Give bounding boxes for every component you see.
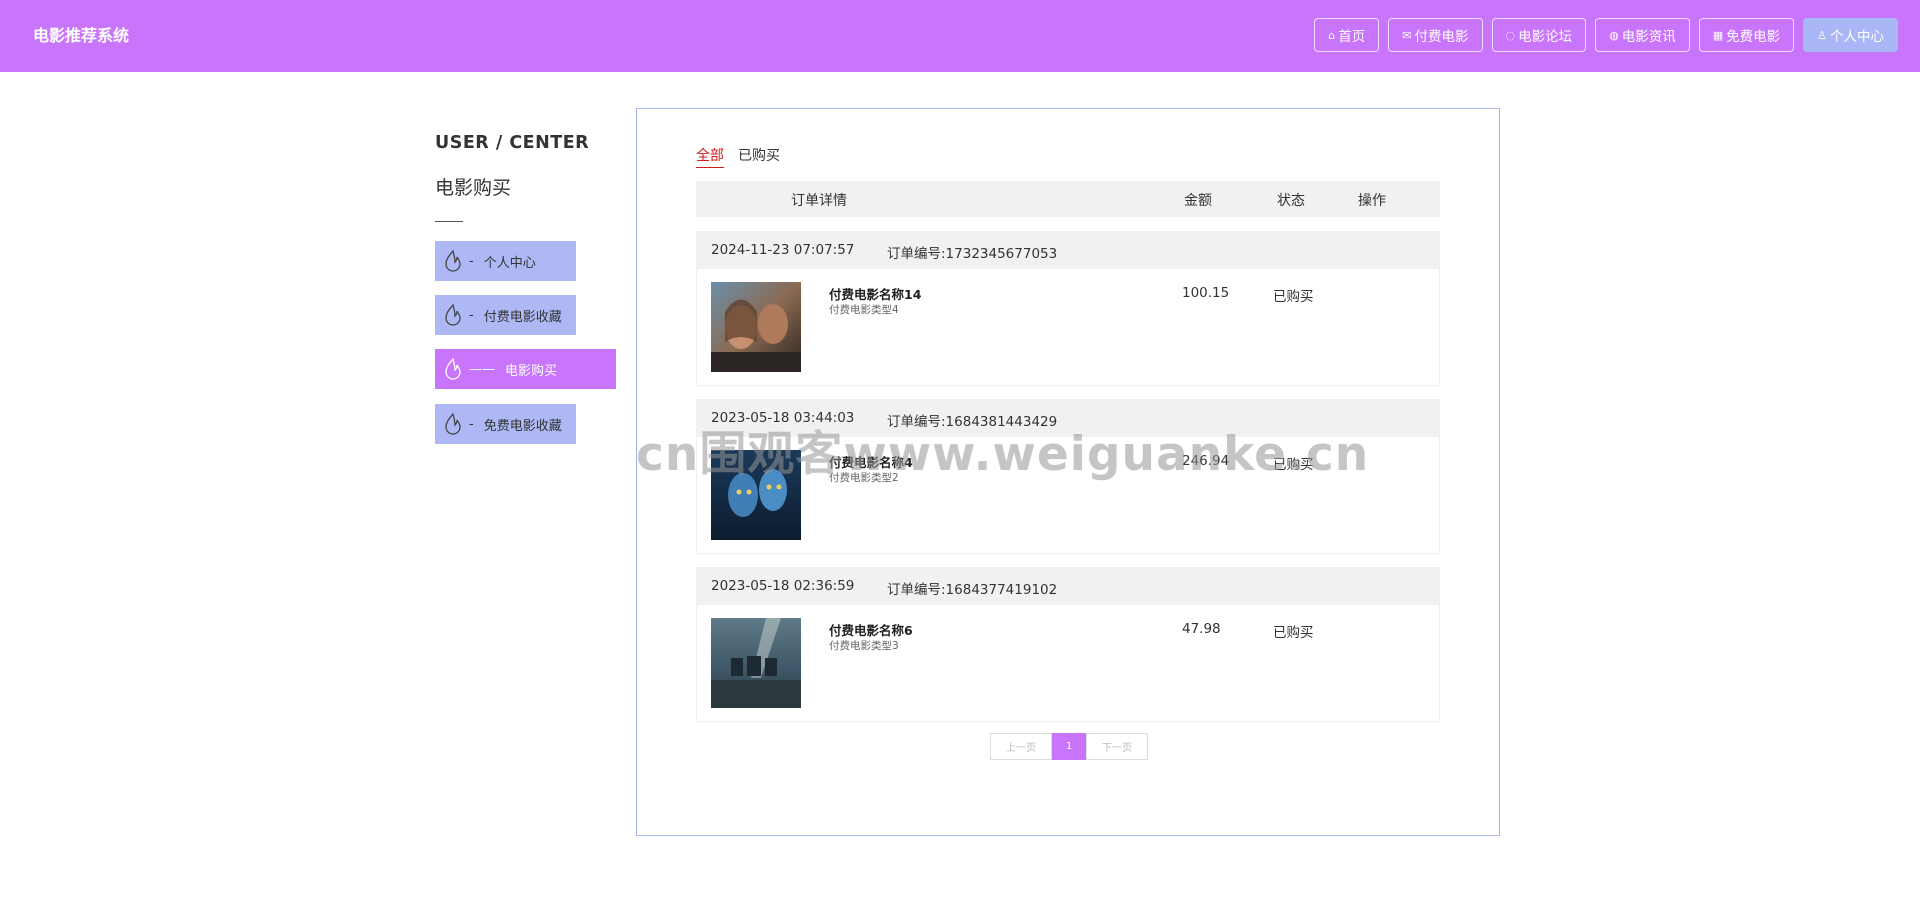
movie-type: 付费电影类型2 [829,472,899,484]
flame-icon [445,303,461,326]
sidebar-item-label: 免费电影收藏 [483,418,562,434]
order-amount: 246.94 [1182,453,1230,469]
movie-poster-image[interactable] [711,618,801,708]
order-time: 2023-05-18 03:44:03 [711,410,855,426]
order-amount: 47.98 [1182,621,1221,637]
order-tabs: 全部 已购买 [696,145,780,168]
sidebar-dash: - [469,416,474,432]
sidebar-item-free-favorites[interactable]: - 免费电影收藏 [435,404,576,444]
order-amount: 100.15 [1182,285,1230,301]
movie-name[interactable]: 付费电影名称6 [829,620,913,639]
order-status: 已购买 [1273,625,1314,641]
nav-free-movies-button[interactable]: ▦ 免费电影 [1698,18,1795,52]
nav-label: 首页 [1338,29,1366,45]
order-card: 2023-05-18 03:44:03 订单编号:1684381443429 付… [696,399,1440,554]
movie-name[interactable]: 付费电影名称4 [829,452,913,471]
flame-icon [445,357,461,380]
col-order-detail: 订单详情 [791,193,847,209]
order-header: 2023-05-18 02:36:59 订单编号:1684377419102 [697,568,1439,605]
home-icon: ⌂ [1328,28,1336,42]
sidebar-item-paid-favorites[interactable]: - 付费电影收藏 [435,295,576,335]
title-divider [435,221,463,222]
order-time: 2024-11-23 07:07:57 [711,242,855,258]
main-nav: ⌂ 首页 ✉ 付费电影 ◌ 电影论坛 ◍ 电影资讯 ▦ 免费电影 ♙ 个人中心 [1314,18,1898,52]
order-header: 2024-11-23 07:07:57 订单编号:1732345677053 [697,232,1439,269]
nav-home-button[interactable]: ⌂ 首页 [1314,18,1380,52]
next-page-button[interactable]: 下一页 [1086,733,1148,760]
order-number: 订单编号:1684381443429 [887,414,1058,430]
nav-label: 个人中心 [1830,29,1884,45]
nav-label: 电影论坛 [1518,29,1573,45]
movie-poster-image[interactable] [711,282,801,372]
sidebar-item-label: 付费电影收藏 [483,309,562,325]
order-number: 订单编号:1684377419102 [887,582,1058,598]
pagination: 上一页 1 下一页 [990,733,1148,760]
flame-icon [445,249,461,272]
top-navbar: 电影推荐系统 ⌂ 首页 ✉ 付费电影 ◌ 电影论坛 ◍ 电影资讯 ▦ 免费电影 … [0,0,1920,72]
sidebar-dash: - [469,253,474,269]
col-action: 操作 [1358,193,1386,209]
sidebar-dash: - [469,307,474,323]
chat-icon: ◌ [1505,28,1516,42]
movie-name[interactable]: 付费电影名称14 [829,284,921,303]
tab-purchased[interactable]: 已购买 [738,145,780,168]
section-subtitle: 电影购买 [435,177,512,199]
user-icon: ♙ [1817,28,1827,42]
order-status: 已购买 [1273,457,1314,473]
order-card: 2024-11-23 07:07:57 订单编号:1732345677053 付… [696,231,1440,386]
nav-forum-button[interactable]: ◌ 电影论坛 [1491,18,1587,52]
mail-icon: ✉ [1402,28,1412,42]
sidebar-item-label: 电影购买 [505,363,558,379]
movie-type: 付费电影类型4 [829,304,899,316]
order-card: 2023-05-18 02:36:59 订单编号:1684377419102 付… [696,567,1440,722]
movie-poster-image[interactable] [711,450,801,540]
nav-label: 免费电影 [1726,29,1781,45]
nav-news-button[interactable]: ◍ 电影资讯 [1595,18,1690,52]
globe-icon: ◍ [1609,28,1619,42]
page-number-button[interactable]: 1 [1052,733,1086,760]
prev-page-button[interactable]: 上一页 [990,733,1052,760]
order-time: 2023-05-18 02:36:59 [711,578,855,594]
order-status: 已购买 [1273,289,1314,305]
movie-type: 付费电影类型3 [829,640,899,652]
user-center-title: USER / CENTER [435,133,590,153]
tab-all[interactable]: 全部 [696,145,724,168]
nav-label: 付费电影 [1414,29,1469,45]
col-amount: 金额 [1184,193,1212,209]
order-header: 2023-05-18 03:44:03 订单编号:1684381443429 [697,400,1439,437]
nav-paid-movies-button[interactable]: ✉ 付费电影 [1388,18,1483,52]
orders-panel: 全部 已购买 订单详情 金额 状态 操作 2024-11-23 07:07:57… [636,108,1500,836]
sidebar-dash: —— [469,361,495,377]
sidebar-item-movie-purchase[interactable]: —— 电影购买 [435,349,616,389]
film-icon: ▦ [1712,28,1724,42]
sidebar-item-user-center[interactable]: - 个人中心 [435,241,576,281]
flame-icon [445,412,461,435]
order-number: 订单编号:1732345677053 [887,246,1058,262]
orders-table-header: 订单详情 金额 状态 操作 [696,181,1440,217]
site-brand[interactable]: 电影推荐系统 [33,22,129,46]
nav-user-center-button[interactable]: ♙ 个人中心 [1803,18,1898,52]
nav-label: 电影资讯 [1621,29,1676,45]
col-status: 状态 [1277,193,1305,209]
sidebar-item-label: 个人中心 [483,255,536,271]
